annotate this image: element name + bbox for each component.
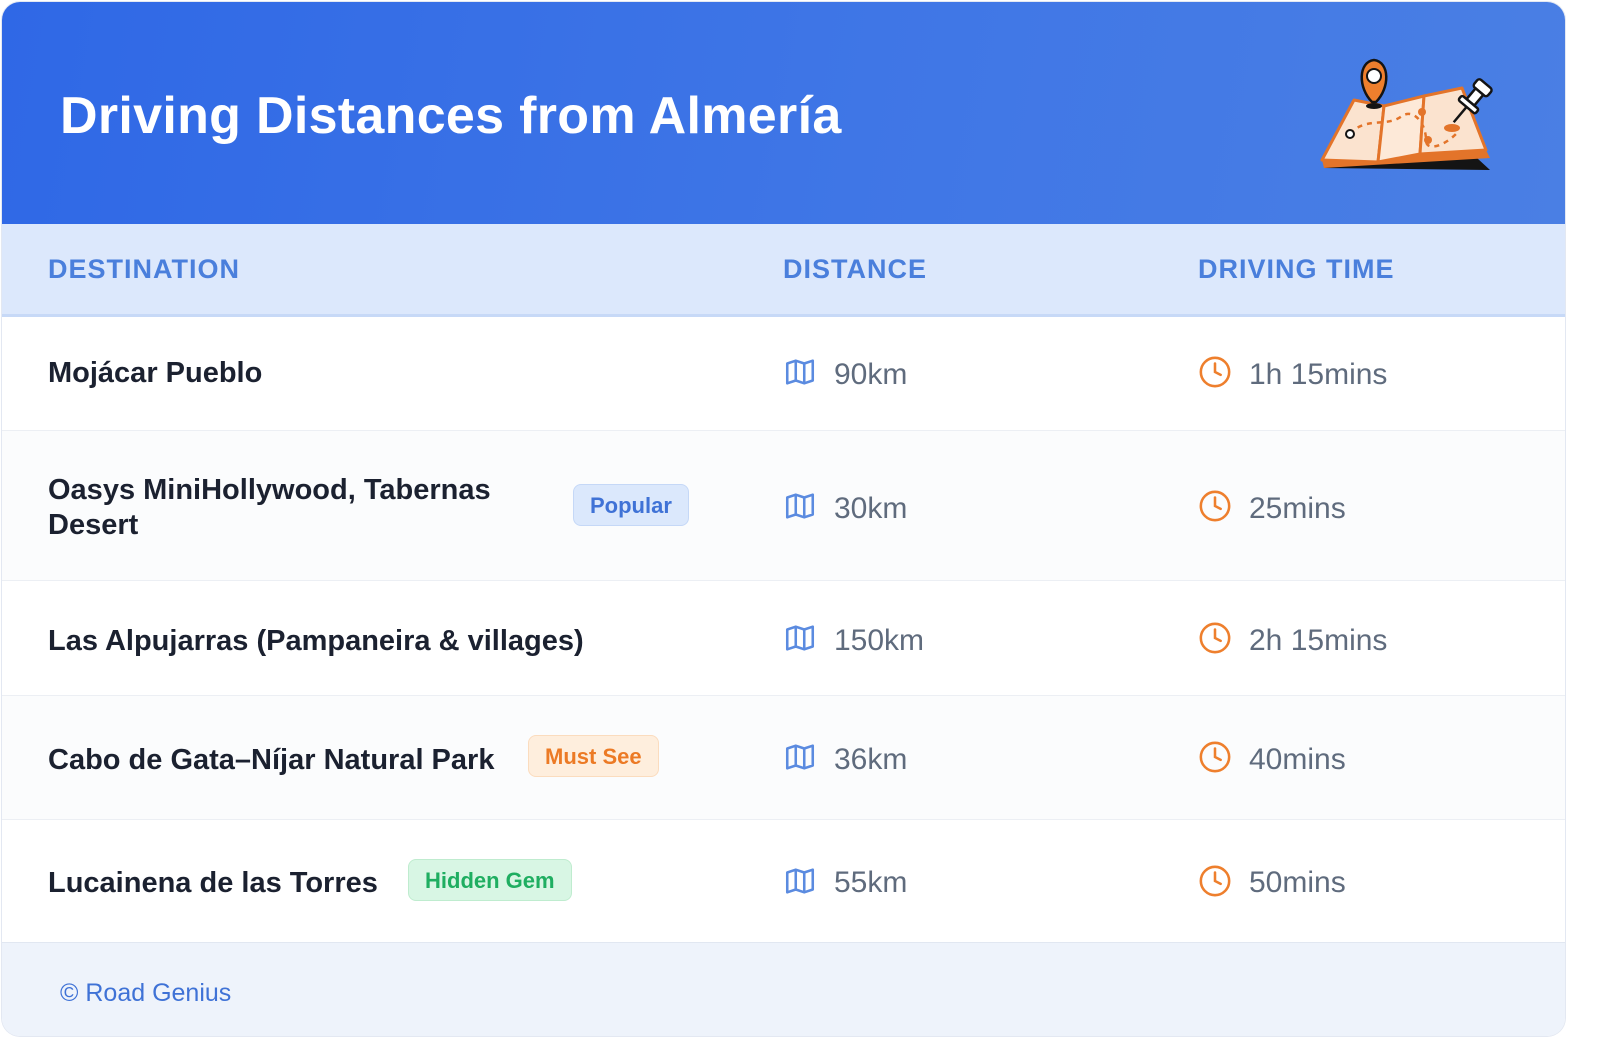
destination-name: Mojácar Pueblo (48, 357, 263, 389)
table-header: DESTINATION DISTANCE DRIVING TIME (2, 224, 1565, 317)
map-icon (785, 868, 815, 894)
map-icon (785, 493, 815, 519)
table-row: Oasys MiniHollywood, Tabernas Desert Pop… (2, 431, 1565, 581)
driving-time-value: 50mins (1249, 866, 1346, 899)
distances-card: Driving Distances from Almería DESTINATI… (2, 2, 1565, 1036)
must-see-badge: Must See (528, 735, 659, 777)
map-icon (785, 359, 815, 385)
clock-icon (1199, 865, 1231, 897)
distance-value: 55km (834, 866, 908, 899)
driving-time-value: 25mins (1249, 492, 1346, 525)
driving-time-value: 1h 15mins (1249, 358, 1388, 391)
clock-icon (1199, 356, 1231, 388)
header-banner: Driving Distances from Almería (2, 2, 1565, 224)
destination-name: Oasys MiniHollywood, Tabernas Desert (48, 474, 491, 541)
page-title: Driving Distances from Almería (60, 87, 842, 145)
clock-icon (1199, 741, 1231, 773)
clock-icon (1199, 622, 1231, 654)
column-header-destination: DESTINATION (48, 254, 240, 284)
distance-value: 30km (834, 492, 908, 525)
destination-name: Cabo de Gata–Níjar Natural Park (48, 744, 495, 776)
hidden-gem-badge: Hidden Gem (408, 859, 572, 901)
distance-value: 90km (834, 358, 908, 391)
driving-time-value: 2h 15mins (1249, 624, 1388, 657)
column-header-driving-time: DRIVING TIME (1198, 254, 1395, 284)
map-icon (785, 625, 815, 651)
table-row: Cabo de Gata–Níjar Natural Park Must See… (2, 696, 1565, 820)
map-pin-icon (1320, 58, 1493, 170)
table-row: Las Alpujarras (Pampaneira & villages) 1… (2, 581, 1565, 696)
destination-name: Lucainena de las Torres (48, 867, 378, 899)
table-row: Lucainena de las Torres Hidden Gem 55km … (2, 820, 1565, 942)
footer-credit: © Road Genius (60, 979, 232, 1007)
distance-value: 150km (834, 624, 925, 657)
popular-badge: Popular (573, 484, 689, 526)
footer: © Road Genius (2, 942, 1565, 1036)
driving-time-value: 40mins (1249, 743, 1346, 776)
table-row: Mojácar Pueblo 90km 1h 15mins (2, 317, 1565, 431)
distance-value: 36km (834, 743, 908, 776)
clock-icon (1199, 490, 1231, 522)
map-icon (785, 744, 815, 770)
destination-name: Las Alpujarras (Pampaneira & villages) (48, 625, 584, 657)
column-header-distance: DISTANCE (783, 254, 928, 284)
